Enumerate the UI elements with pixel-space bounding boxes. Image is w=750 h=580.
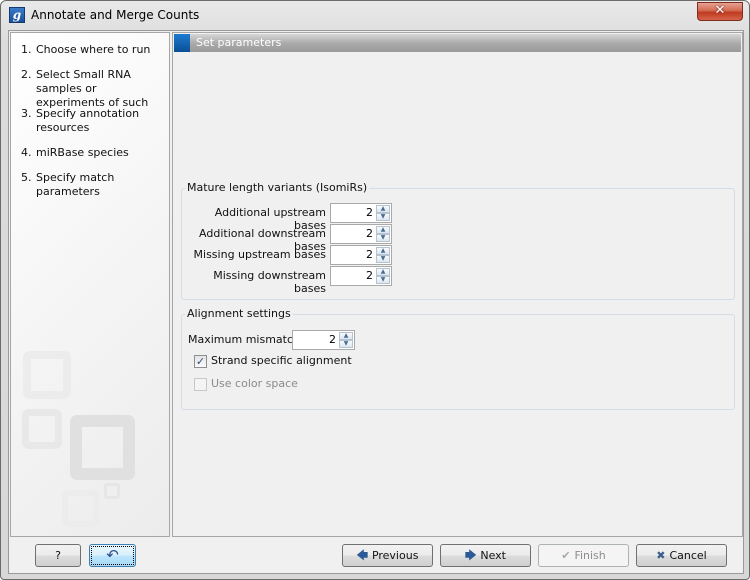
help-button[interactable]: ? bbox=[35, 544, 81, 567]
close-button[interactable]: ✕ bbox=[697, 2, 743, 21]
step-item: 1. Choose where to run bbox=[21, 43, 166, 57]
strand-specific-label[interactable]: Strand specific alignment bbox=[211, 354, 352, 367]
checkmark-icon: ✔ bbox=[561, 549, 571, 562]
spinner-value: 2 bbox=[366, 248, 373, 261]
section-header: Set parameters bbox=[174, 34, 741, 52]
step-label: miRBase species bbox=[36, 146, 129, 159]
step-item: 3. Specify annotation resources bbox=[21, 107, 166, 135]
color-space-label[interactable]: Use color space bbox=[211, 377, 298, 390]
spinner-value: 2 bbox=[366, 227, 373, 240]
arrow-left-icon: 🡄 bbox=[356, 549, 368, 562]
spin-up-icon[interactable]: ▲ bbox=[376, 268, 390, 276]
cancel-label: Cancel bbox=[669, 549, 707, 562]
step-number: 2. bbox=[21, 68, 32, 81]
spin-up-icon[interactable]: ▲ bbox=[376, 247, 390, 255]
strand-specific-checkbox[interactable]: ✓ bbox=[194, 355, 207, 368]
additional-upstream-spinner[interactable]: 2 ▲ ▼ bbox=[330, 203, 392, 223]
step-number: 5. bbox=[21, 171, 32, 184]
dialog-window: g Annotate and Merge Counts ✕ 1. Choose w… bbox=[0, 0, 750, 580]
max-mismatches-spinner[interactable]: 2 ▲ ▼ bbox=[292, 330, 355, 350]
spinner-value: 2 bbox=[329, 333, 336, 346]
spin-down-icon[interactable]: ▼ bbox=[376, 213, 390, 221]
decorative-square-icon bbox=[104, 483, 120, 499]
spinner-value: 2 bbox=[366, 206, 373, 219]
color-space-checkbox[interactable] bbox=[194, 378, 207, 391]
help-label: ? bbox=[55, 549, 61, 562]
parameters-panel: Set parameters Mature length variants (I… bbox=[172, 32, 743, 537]
cancel-button[interactable]: ✖ Cancel bbox=[636, 544, 727, 567]
spin-up-icon[interactable]: ▲ bbox=[376, 205, 390, 213]
step-label: Specify match parameters bbox=[36, 171, 115, 198]
next-button[interactable]: 🡆 Next bbox=[440, 544, 531, 567]
previous-label: Previous bbox=[371, 549, 419, 562]
step-item: 2. Select Small RNA samples or experiment… bbox=[21, 68, 166, 110]
step-number: 3. bbox=[21, 107, 32, 120]
isomirs-group-title: Mature length variants (IsomiRs) bbox=[185, 181, 370, 194]
section-marker bbox=[174, 34, 190, 52]
missing-downstream-label: Missing downstream bases bbox=[213, 269, 326, 295]
finish-button[interactable]: ✔ Finish bbox=[538, 544, 629, 567]
spin-down-icon[interactable]: ▼ bbox=[376, 234, 390, 242]
missing-upstream-spinner[interactable]: 2 ▲ ▼ bbox=[330, 245, 392, 265]
spin-up-icon[interactable]: ▲ bbox=[376, 226, 390, 234]
alignment-group: Alignment settings Maximum mismatches 2 … bbox=[181, 307, 735, 410]
title-bar: g Annotate and Merge Counts ✕ bbox=[1, 1, 749, 29]
alignment-group-title: Alignment settings bbox=[185, 307, 293, 320]
additional-downstream-spinner[interactable]: 2 ▲ ▼ bbox=[330, 224, 392, 244]
decorative-square-icon bbox=[70, 415, 135, 480]
decorative-square-icon bbox=[22, 409, 62, 449]
step-label: Choose where to run bbox=[36, 43, 151, 56]
reset-icon: ↶ bbox=[106, 546, 119, 564]
wizard-steps-panel: 1. Choose where to run 2. Select Small RNA… bbox=[10, 32, 170, 537]
spin-down-icon[interactable]: ▼ bbox=[376, 255, 390, 263]
dialog-body: 1. Choose where to run 2. Select Small RNA… bbox=[8, 30, 744, 574]
reset-button[interactable]: ↶ bbox=[89, 544, 136, 567]
spin-down-icon[interactable]: ▼ bbox=[376, 276, 390, 284]
finish-label: Finish bbox=[574, 549, 606, 562]
previous-button[interactable]: 🡄 Previous bbox=[342, 544, 433, 567]
window-title: Annotate and Merge Counts bbox=[31, 8, 200, 22]
missing-upstream-label: Missing upstream bases bbox=[193, 248, 326, 261]
step-label: Select Small RNA samples or experiments … bbox=[36, 68, 149, 109]
step-number: 1. bbox=[21, 43, 32, 56]
next-label: Next bbox=[480, 549, 506, 562]
spinner-value: 2 bbox=[366, 269, 373, 282]
spin-down-icon[interactable]: ▼ bbox=[339, 340, 353, 348]
arrow-right-icon: 🡆 bbox=[464, 549, 477, 562]
missing-downstream-spinner[interactable]: 2 ▲ ▼ bbox=[330, 266, 392, 286]
step-number: 4. bbox=[21, 146, 32, 159]
decorative-square-icon bbox=[62, 490, 99, 527]
decorative-square-icon bbox=[111, 505, 135, 529]
step-label: Specify annotation resources bbox=[36, 107, 140, 134]
step-item: 4. miRBase species bbox=[21, 146, 166, 160]
isomirs-group: Mature length variants (IsomiRs) Additio… bbox=[181, 181, 735, 300]
cancel-x-icon: ✖ bbox=[656, 549, 666, 562]
step-item: 5. Specify match parameters bbox=[21, 171, 166, 199]
spin-up-icon[interactable]: ▲ bbox=[339, 332, 353, 340]
app-icon: g bbox=[9, 7, 25, 23]
section-title: Set parameters bbox=[196, 36, 282, 49]
decorative-square-icon bbox=[23, 351, 71, 399]
